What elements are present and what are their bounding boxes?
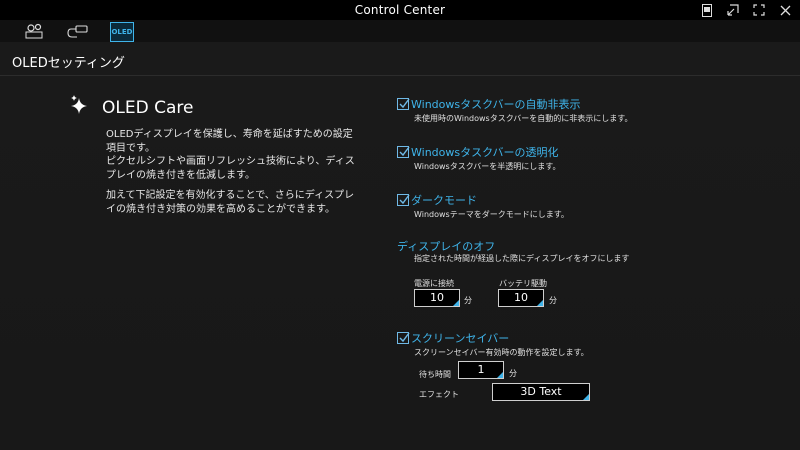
effect-value: 3D Text <box>520 385 562 398</box>
ac-power-value: 10 <box>430 291 444 304</box>
gear-monitor-icon[interactable] <box>24 22 46 40</box>
ac-power-minutes-input[interactable]: 10 <box>414 289 460 307</box>
battery-unit: 分 <box>549 296 557 305</box>
taskbar-autohide-desc: 未使用時のWindowsタスクバーを自動的に非表示にします。 <box>414 114 633 123</box>
title-bar: Control Center <box>0 0 800 20</box>
screensaver-checkbox[interactable] <box>397 332 410 344</box>
screensaver-desc: スクリーンセイバー有効時の動作を設定します。 <box>414 348 589 357</box>
taskbar-transparent-title[interactable]: Windowsタスクバーの透明化 <box>411 144 559 160</box>
dark-mode-checkbox[interactable] <box>397 194 410 206</box>
battery-value: 10 <box>514 291 528 304</box>
close-icon[interactable] <box>776 2 794 18</box>
wait-time-value: 1 <box>477 363 485 376</box>
window-title: Control Center <box>354 3 446 17</box>
ac-power-unit: 分 <box>464 296 472 305</box>
battery-label: バッテリ駆動 <box>499 279 547 288</box>
oled-care-desc-2: 加えて下記設定を有効化することで、さらにディスプレ イの焼き付き対策の効果を高め… <box>106 190 355 215</box>
taskbar-autohide-title[interactable]: Windowsタスクバーの自動非表示 <box>411 96 581 112</box>
oled-care-desc-1: OLEDディスプレイを保護し、寿命を延ばすための設定 項目です。 ピクセルシフト… <box>106 129 355 181</box>
taskbar-transparent-desc: Windowsタスクバーを半透明にします。 <box>414 162 561 171</box>
main-panel: OLEDセッティング OLED Care OLEDディスプレイを保護し、寿命を延… <box>0 42 800 450</box>
battery-minutes-input[interactable]: 10 <box>498 289 544 307</box>
dark-mode-desc: Windowsテーマをダークモードにします。 <box>414 210 569 219</box>
toolbar: OLED <box>0 20 800 42</box>
display-off-desc: 指定された時間が経過した際にディスプレイをオフにします <box>414 254 630 263</box>
oled-tab-label: OLED <box>111 28 133 36</box>
page-title: OLEDセッティング <box>12 56 125 71</box>
manual-icon[interactable] <box>698 2 716 18</box>
wait-time-label: 待ち時間 <box>419 370 451 379</box>
oled-care-title: OLED Care <box>102 98 194 118</box>
effect-dropdown[interactable]: 3D Text <box>492 383 590 401</box>
usb-cable-icon[interactable] <box>67 22 89 40</box>
taskbar-transparent-checkbox[interactable] <box>397 146 410 158</box>
divider <box>0 75 800 76</box>
oled-icon[interactable]: OLED <box>110 22 134 42</box>
screensaver-title[interactable]: スクリーンセイバー <box>411 330 509 346</box>
sparkle-icon <box>68 94 92 122</box>
wait-time-unit: 分 <box>509 369 517 378</box>
minimize-icon[interactable] <box>724 2 742 18</box>
display-off-title: ディスプレイのオフ <box>397 240 496 253</box>
wait-time-input[interactable]: 1 <box>458 361 504 379</box>
effect-label: エフェクト <box>419 390 459 399</box>
ac-power-label: 電源に接続 <box>414 279 454 288</box>
oled-care-description: OLEDディスプレイを保護し、寿命を延ばすための設定 項目です。 ピクセルシフト… <box>106 128 376 223</box>
window-controls <box>698 2 794 18</box>
dark-mode-title[interactable]: ダークモード <box>411 192 477 208</box>
fullscreen-icon[interactable] <box>750 2 768 18</box>
taskbar-autohide-checkbox[interactable] <box>397 98 410 110</box>
